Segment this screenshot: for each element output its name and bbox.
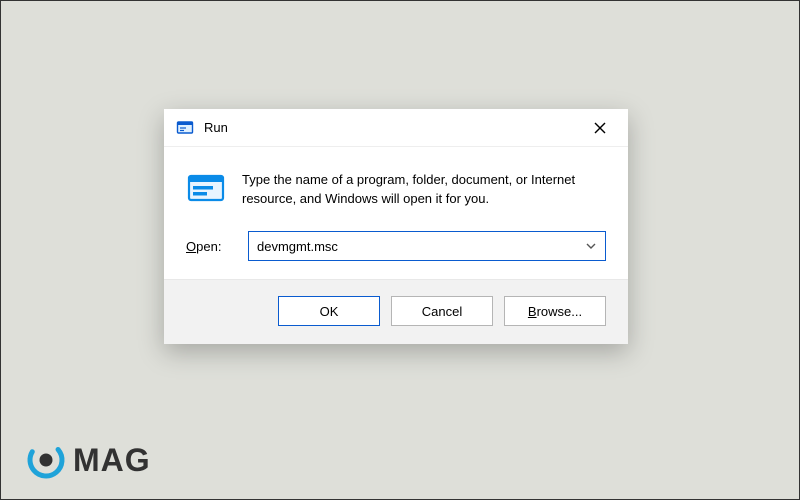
browse-button-label: Browse... <box>528 304 582 319</box>
cancel-button-label: Cancel <box>422 304 462 319</box>
dialog-button-row: OK Cancel Browse... <box>164 279 628 344</box>
watermark-logo-icon <box>25 439 67 481</box>
watermark: MAG <box>25 439 151 481</box>
close-button[interactable] <box>578 112 622 144</box>
chevron-down-icon[interactable] <box>577 240 597 252</box>
browse-button[interactable]: Browse... <box>504 296 606 326</box>
open-combobox[interactable] <box>248 231 606 261</box>
dialog-content: Type the name of a program, folder, docu… <box>164 147 628 223</box>
dialog-description: Type the name of a program, folder, docu… <box>242 169 606 209</box>
open-field-row: Open: <box>164 223 628 279</box>
ok-button-label: OK <box>320 304 339 319</box>
run-large-icon <box>186 169 226 209</box>
titlebar: Run <box>164 109 628 147</box>
ok-button[interactable]: OK <box>278 296 380 326</box>
open-input[interactable] <box>257 239 577 254</box>
watermark-text: MAG <box>73 442 151 479</box>
run-dialog: Run Type the name of a program, folder, … <box>164 109 628 344</box>
dialog-title: Run <box>204 120 228 135</box>
open-label: Open: <box>186 239 234 254</box>
close-icon <box>593 121 607 135</box>
cancel-button[interactable]: Cancel <box>391 296 493 326</box>
run-icon <box>176 119 194 137</box>
